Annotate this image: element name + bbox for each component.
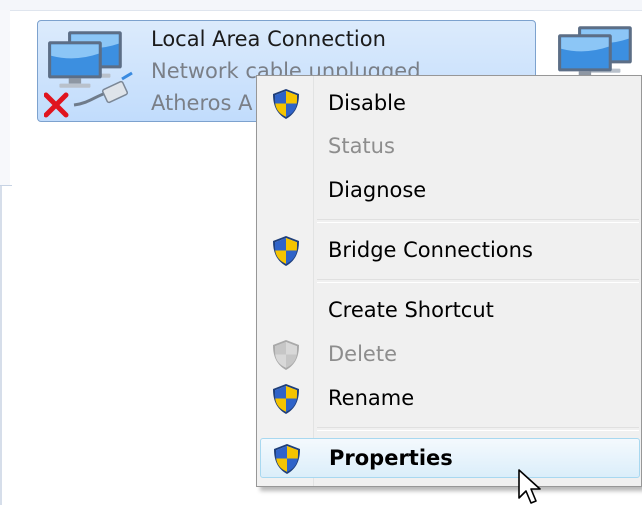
- menu-separator: [317, 427, 639, 431]
- network-adapter-icon: [44, 31, 133, 118]
- uac-shield-disabled-icon: [271, 339, 301, 371]
- uac-shield-icon: [271, 88, 301, 120]
- menu-item-diagnose[interactable]: Diagnose: [260, 171, 640, 211]
- uac-shield-icon: [272, 443, 302, 475]
- menu-separator: [317, 219, 639, 223]
- context-menu: Disable Status Diagnose Bridge Connectio…: [256, 75, 642, 487]
- error-x-icon: [44, 92, 69, 118]
- window-top-strip: [0, 0, 642, 11]
- menu-item-rename[interactable]: Rename: [260, 379, 640, 419]
- menu-item-status: Status: [260, 127, 640, 167]
- menu-item-label: Rename: [328, 386, 415, 410]
- menu-item-label: Create Shortcut: [328, 298, 494, 322]
- menu-item-label: Bridge Connections: [328, 238, 533, 262]
- menu-item-label: Properties: [329, 446, 453, 470]
- mouse-pointer-icon: [518, 469, 541, 504]
- menu-item-label: Status: [328, 134, 395, 158]
- menu-item-properties[interactable]: Properties: [260, 438, 640, 478]
- menu-item-disable[interactable]: Disable: [260, 84, 640, 124]
- adapter-device: Atheros A: [151, 91, 253, 115]
- menu-item-label: Delete: [328, 342, 397, 366]
- menu-item-label: Disable: [328, 91, 406, 115]
- left-pane-edge: [0, 186, 2, 505]
- adapter-name: Local Area Connection: [151, 27, 386, 51]
- menu-separator: [317, 279, 639, 283]
- uac-shield-icon: [271, 383, 301, 415]
- menu-item-delete: Delete: [260, 335, 640, 375]
- left-pane: [0, 10, 10, 185]
- uac-shield-icon: [271, 235, 301, 267]
- menu-item-bridge-connections[interactable]: Bridge Connections: [260, 231, 640, 271]
- menu-item-create-shortcut[interactable]: Create Shortcut: [260, 291, 640, 331]
- menu-item-label: Diagnose: [328, 178, 427, 202]
